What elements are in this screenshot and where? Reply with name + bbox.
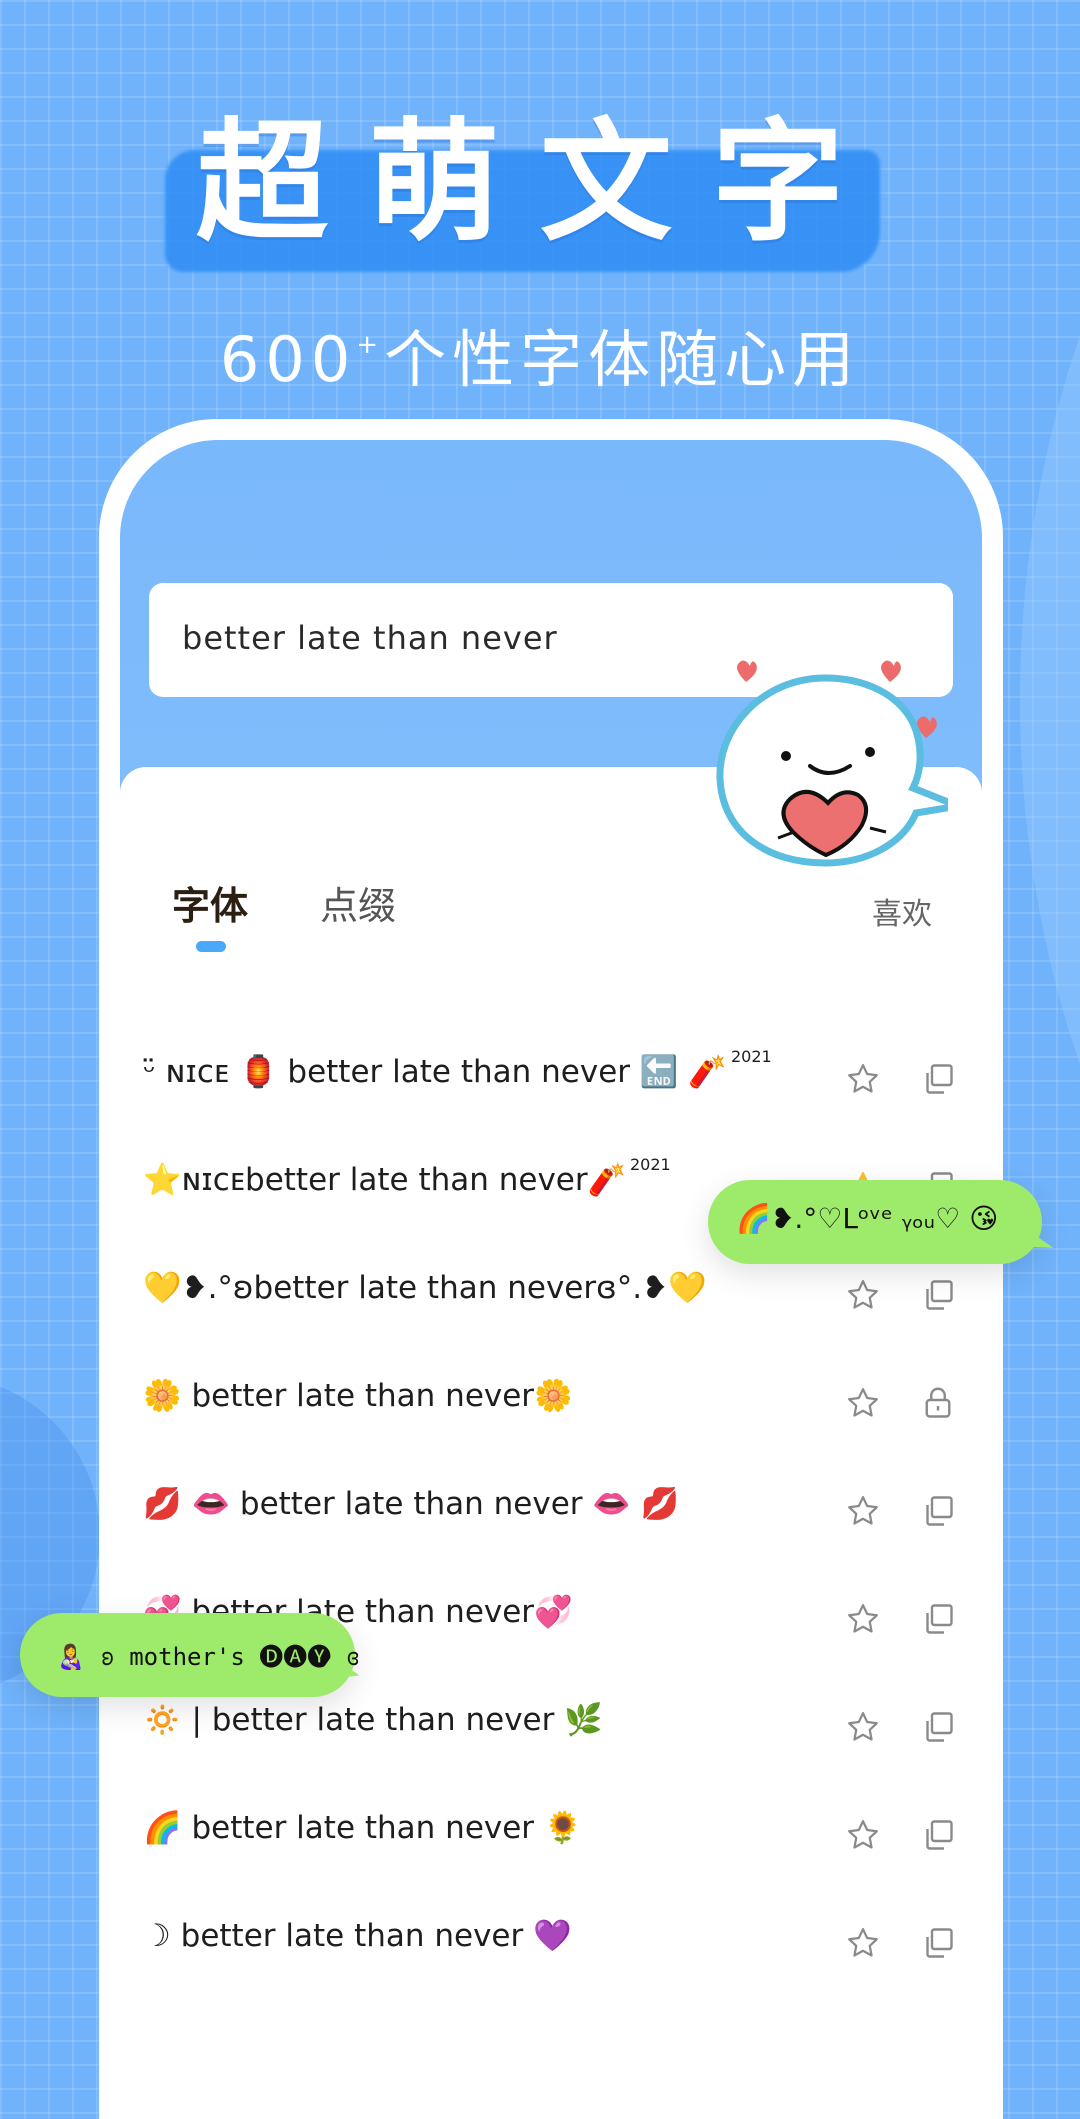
copy-icon[interactable] — [920, 1277, 956, 1313]
lock-icon[interactable] — [920, 1385, 956, 1421]
font-preview-text: ☽ better late than never 💜 — [143, 1918, 572, 1954]
star-icon[interactable] — [845, 1277, 881, 1313]
font-preview-superscript: 2021 — [630, 1155, 671, 1174]
font-list-item[interactable]: 🌈 better late than never 🌻 — [120, 1781, 982, 1889]
tab-decorations[interactable]: 点缀 — [320, 875, 396, 930]
font-panel: 字体 点缀 喜欢 ᵕ̈ ɴɪᴄᴇ 🏮 better late than neve… — [120, 767, 982, 2040]
font-list-item[interactable]: ᵕ̈ ɴɪᴄᴇ 🏮 better late than never 🔚 🧨 2021 — [120, 1025, 982, 1133]
star-icon[interactable] — [845, 1385, 881, 1421]
tab-favorites[interactable]: 喜欢 — [872, 889, 932, 933]
promo-title: 超萌文字 — [196, 106, 884, 260]
font-list-item[interactable]: 🌼 better late than never🌼 — [120, 1349, 982, 1457]
star-icon[interactable] — [845, 1493, 881, 1529]
star-icon[interactable] — [845, 1061, 881, 1097]
copy-icon[interactable] — [920, 1601, 956, 1637]
sample-bubble-mothers-day: 👩‍🍼 ʚ mother's 🅓🅐🅨 ɞ — [20, 1613, 360, 1701]
subtitle-text: 个性字体随心用 — [384, 323, 861, 396]
bubble-tail — [1012, 1228, 1054, 1266]
font-preview-text: 🌈 better late than never 🌻 — [143, 1810, 583, 1846]
tab-fonts[interactable]: 字体 — [172, 875, 248, 930]
bubble-text: 👩‍🍼 ʚ mother's 🅓🅐🅨 ɞ — [56, 1643, 361, 1671]
copy-icon[interactable] — [920, 1061, 956, 1097]
sample-bubble-love-you: 🌈❥.°♡Lᵒᵛᵉ ᵧₒᵤ♡ 😘 — [708, 1180, 1054, 1266]
copy-icon[interactable] — [920, 1709, 956, 1745]
subtitle-plus: + — [356, 330, 385, 360]
copy-icon[interactable] — [920, 1817, 956, 1853]
font-preview-text: 💛❥.°ʚbetter late than neverɞ°.❥💛 — [143, 1270, 707, 1306]
copy-icon[interactable] — [920, 1493, 956, 1529]
font-preview-text: 💋 👄 better late than never 👄 💋 — [143, 1486, 680, 1522]
font-preview-text: ⭐ɴɪᴄᴇbetter late than never🧨 — [143, 1162, 627, 1198]
star-icon[interactable] — [845, 1925, 881, 1961]
text-input-value: better late than never — [182, 619, 558, 657]
bubble-text: 🌈❥.°♡Lᵒᵛᵉ ᵧₒᵤ♡ 😘 — [736, 1202, 999, 1235]
star-icon[interactable] — [845, 1817, 881, 1853]
subtitle-count: 600 — [219, 323, 357, 396]
font-list-item[interactable]: 💋 👄 better late than never 👄 💋 — [120, 1457, 982, 1565]
font-preview-superscript: 2021 — [731, 1047, 772, 1066]
font-preview-text: 🔅 | better late than never 🌿 — [143, 1702, 603, 1738]
copy-icon[interactable] — [920, 1925, 956, 1961]
promo-subtitle: 600+个性字体随心用 — [0, 305, 1080, 400]
font-preview-text: ᵕ̈ ɴɪᴄᴇ 🏮 better late than never 🔚 🧨 — [143, 1054, 727, 1090]
mascot-illustration — [716, 660, 948, 867]
tab-active-indicator — [196, 941, 226, 952]
star-icon[interactable] — [845, 1601, 881, 1637]
font-preview-text: 🌼 better late than never🌼 — [143, 1378, 573, 1414]
font-list-item[interactable]: ☽ better late than never 💜 — [120, 1889, 982, 1997]
star-icon[interactable] — [845, 1709, 881, 1745]
